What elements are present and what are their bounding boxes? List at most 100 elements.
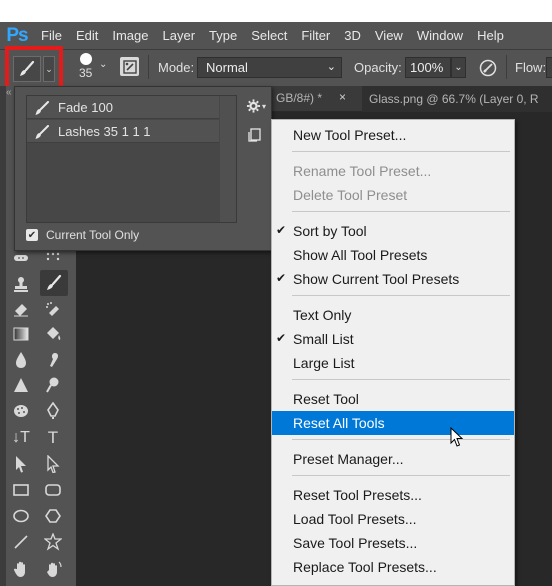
current-tool-only-label: Current Tool Only [46,228,140,242]
new-preset-icon[interactable] [248,128,264,144]
window-top-strip [0,0,552,22]
menu-window[interactable]: Window [410,22,470,49]
custom-shape-icon[interactable] [40,530,66,554]
menu-separator [292,379,510,380]
sharpen-icon[interactable] [8,373,34,397]
menu-item-reset-tool[interactable]: Reset Tool [272,387,514,411]
rectangle-icon[interactable] [8,478,34,502]
mode-label: Mode: [158,60,195,75]
chevron-down-icon: ▾ [261,101,266,111]
document-tab-glass[interactable]: Glass.png @ 66.7% (Layer 0, R [362,86,552,112]
eraser-alt-icon[interactable] [40,297,66,321]
rounded-rectangle-icon[interactable] [40,478,66,502]
menu-select[interactable]: Select [244,22,294,49]
menu-separator [292,475,510,476]
brush-size-value: 35 [79,66,93,80]
flow-label: Flow: [515,60,547,75]
vertical-type-icon[interactable]: ↓T [8,426,34,450]
menu-item-delete-tool-preset[interactable]: Delete Tool Preset [272,183,514,207]
brush-settings-panel-icon[interactable] [120,57,139,76]
rotate-view-icon[interactable] [40,557,66,581]
menu-view[interactable]: View [368,22,410,49]
menu-item-preset-manager[interactable]: Preset Manager... [272,447,514,471]
clone-stamp-icon[interactable] [8,272,34,296]
dodge-icon[interactable] [40,373,66,397]
opacity-label: Opacity: [354,60,402,75]
tab-close-icon[interactable]: × [339,90,346,104]
paint-bucket-icon[interactable] [40,322,66,346]
menu-image[interactable]: Image [105,22,155,49]
menu-separator [292,439,510,440]
menu-help[interactable]: Help [470,22,511,49]
menu-item-new-tool-preset[interactable]: New Tool Preset... [272,123,514,147]
menu-3d[interactable]: 3D [337,22,368,49]
opacity-chevron-icon[interactable]: ⌄ [451,57,466,78]
preset-label: Lashes 35 1 1 1 [58,124,151,139]
opacity-input[interactable]: 100% [405,57,451,78]
menu-item-rename-tool-preset[interactable]: Rename Tool Preset... [272,159,514,183]
brush-tool-icon[interactable] [40,270,68,296]
checkmark-icon: ✔ [276,223,287,237]
preset-label: Fade 100 [58,100,113,115]
menu-item-save-tool-presets[interactable]: Save Tool Presets... [272,531,514,555]
photoshop-logo: Ps [6,24,28,46]
direct-selection-icon[interactable] [40,452,66,476]
current-tool-only-checkbox[interactable]: ✔ [26,229,38,241]
chevron-down-icon[interactable]: ⌄ [43,56,55,82]
collapse-icon[interactable]: « [6,87,12,98]
preset-list-scrollbar[interactable] [220,96,236,222]
tools-panel-edge [0,86,6,586]
type-icon[interactable]: T [40,426,66,450]
ellipse-icon[interactable] [8,504,34,528]
tool-preset-item[interactable]: Fade 100 [27,96,219,119]
path-selection-icon[interactable] [8,452,34,476]
options-separator [506,55,507,79]
gear-icon[interactable]: ▾ [246,97,266,115]
brush-tip-preview[interactable] [80,53,92,65]
gradient-icon[interactable] [8,322,34,346]
menu-file[interactable]: File [34,22,69,49]
line-icon[interactable] [8,530,34,554]
pen-icon[interactable] [40,399,66,423]
brush-icon [34,100,50,115]
menu-separator [292,295,510,296]
menu-item-large-list[interactable]: Large List [272,351,514,375]
blend-mode-select[interactable]: Normal ⌄ [197,57,342,78]
flow-input[interactable] [546,57,552,78]
checkmark-icon: ✔ [276,331,287,345]
menu-type[interactable]: Type [202,22,244,49]
pressure-opacity-icon[interactable] [478,58,498,78]
menu-separator [292,211,510,212]
brush-icon [34,124,50,139]
tool-preset-picker[interactable]: ⌄ [5,46,63,90]
menu-item-small-list[interactable]: Small List [272,327,514,351]
menu-item-replace-tool-presets[interactable]: Replace Tool Presets... [272,555,514,579]
menu-item-text-only[interactable]: Text Only [272,303,514,327]
blur-icon[interactable] [8,348,34,372]
smudge-icon[interactable] [40,348,66,372]
polygon-icon[interactable] [40,504,66,528]
menu-item-load-tool-presets[interactable]: Load Tool Presets... [272,507,514,531]
document-tab-partial[interactable]: GB/8#) * [276,91,322,105]
sponge-icon[interactable] [8,399,34,423]
brush-picker-chevron-icon[interactable]: ⌄ [99,59,107,70]
menu-item-show-current-tool-presets[interactable]: Show Current Tool Presets [272,267,514,291]
hand-icon[interactable] [8,557,34,581]
checkmark-icon: ✔ [276,271,287,285]
options-separator [148,55,149,79]
mouse-cursor-icon [450,426,464,448]
blend-mode-value: Normal [206,60,248,75]
menu-item-reset-all-tools[interactable]: Reset All Tools [272,411,514,435]
brush-icon [13,56,41,82]
menu-filter[interactable]: Filter [294,22,337,49]
menu-item-show-all-tool-presets[interactable]: Show All Tool Presets [272,243,514,267]
menu-item-reset-tool-presets[interactable]: Reset Tool Presets... [272,483,514,507]
menu-item-sort-by-tool[interactable]: Sort by Tool [272,219,514,243]
menu-layer[interactable]: Layer [156,22,203,49]
eraser-icon[interactable] [8,297,34,321]
chevron-down-icon: ⌄ [326,61,336,73]
menu-separator [292,151,510,152]
tool-preset-item[interactable]: Lashes 35 1 1 1 [27,120,219,143]
menu-bar: Ps File Edit Image Layer Type Select Fil… [0,22,552,49]
menu-edit[interactable]: Edit [69,22,105,49]
